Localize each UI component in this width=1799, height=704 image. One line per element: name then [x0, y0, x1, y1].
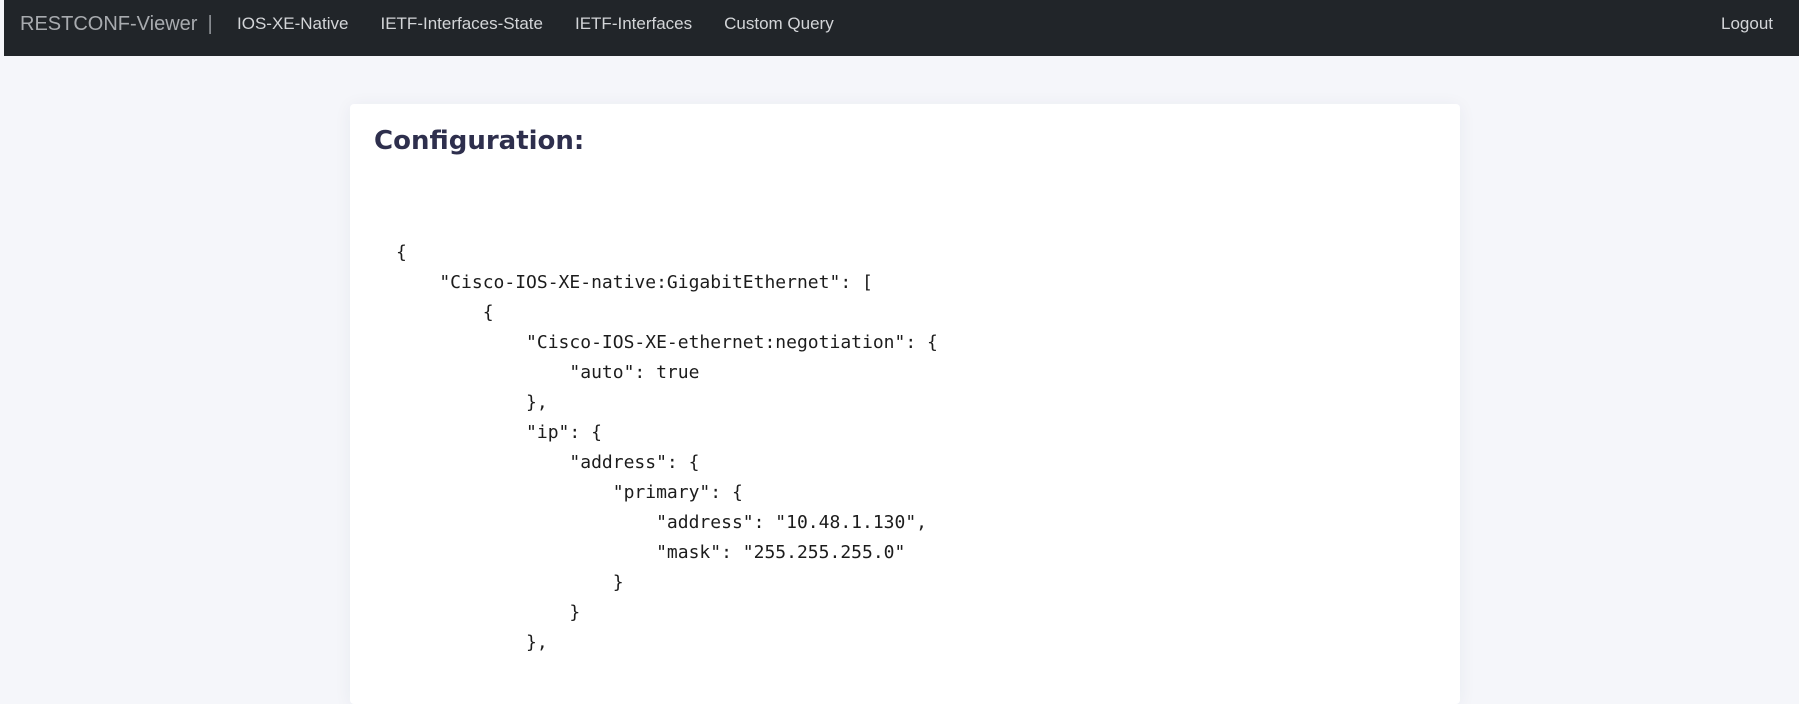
- brand-separator: |: [207, 13, 213, 35]
- nav-links: IOS-XE-Native IETF-Interfaces-State IETF…: [237, 0, 866, 48]
- nav-link-ietf-interfaces[interactable]: IETF-Interfaces: [575, 14, 692, 34]
- configuration-card: Configuration: { "Cisco-IOS-XE-native:Gi…: [350, 104, 1460, 704]
- brand[interactable]: RESTCONF-Viewer |: [20, 0, 213, 48]
- brand-name[interactable]: RESTCONF-Viewer: [20, 13, 197, 35]
- json-code-block: { "Cisco-IOS-XE-native:GigabitEthernet":…: [396, 242, 938, 653]
- page-title: Configuration:: [374, 126, 585, 156]
- nav-link-ietf-interfaces-state[interactable]: IETF-Interfaces-State: [380, 14, 543, 34]
- nav-link-custom-query[interactable]: Custom Query: [724, 14, 834, 34]
- nav-link-ios-xe-native[interactable]: IOS-XE-Native: [237, 14, 348, 34]
- logout-link[interactable]: Logout: [1721, 0, 1773, 48]
- top-navbar: RESTCONF-Viewer | IOS-XE-Native IETF-Inte…: [4, 0, 1799, 56]
